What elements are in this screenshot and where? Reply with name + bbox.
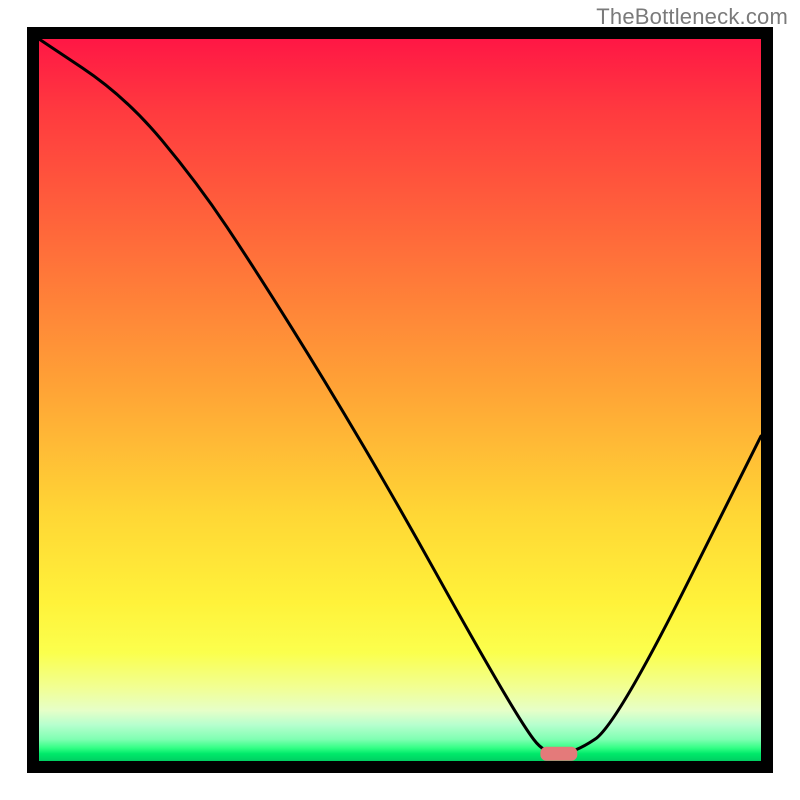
plot-area <box>27 27 773 773</box>
trough-marker <box>540 747 577 761</box>
curve-svg <box>27 27 773 773</box>
chart-container: TheBottleneck.com <box>0 0 800 800</box>
bottleneck-curve <box>39 39 761 754</box>
